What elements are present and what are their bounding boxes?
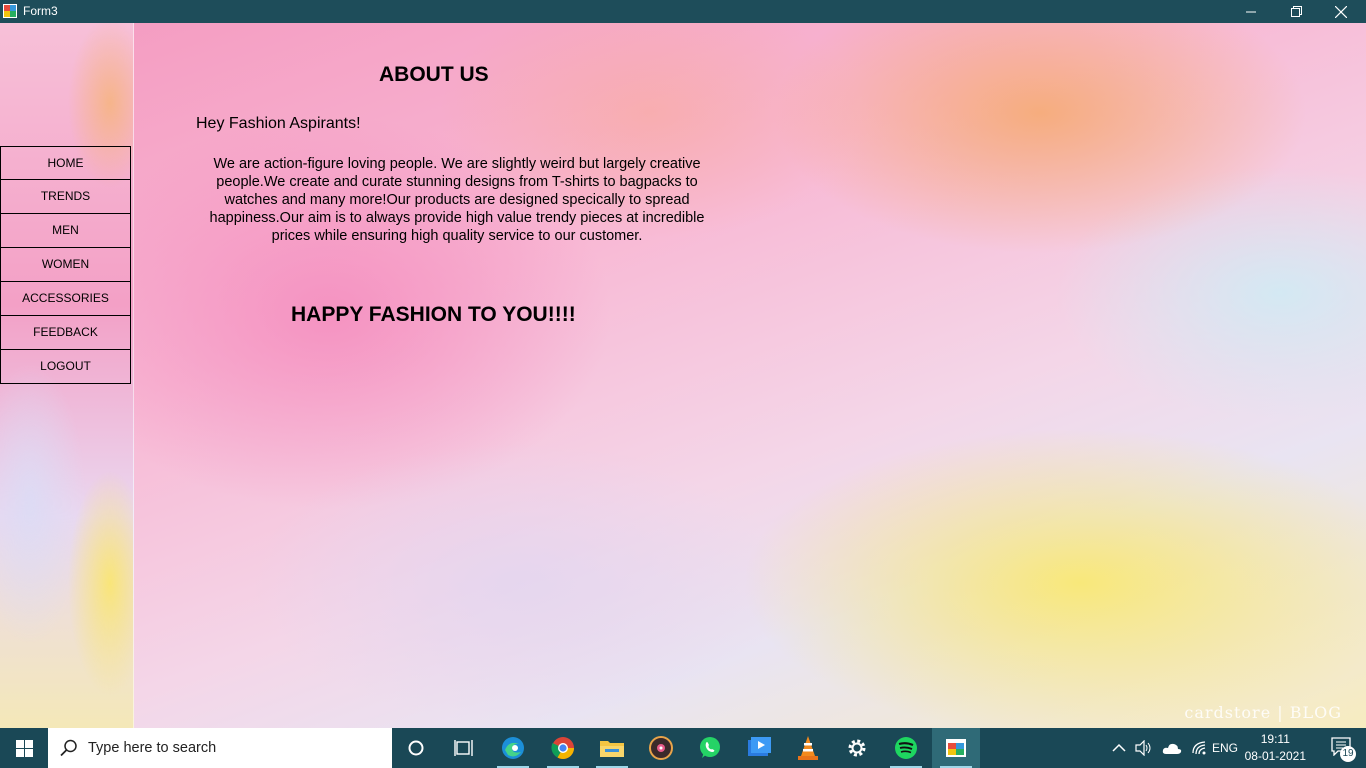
nav-home-button[interactable]: HOME — [0, 146, 131, 180]
vlc-button[interactable] — [784, 728, 832, 768]
close-icon — [1335, 5, 1347, 18]
page-title: ABOUT US — [379, 63, 489, 86]
nav-menu: HOME TRENDS MEN WOMEN ACCESSORIES FEEDBA… — [0, 146, 133, 384]
groove-music-button[interactable] — [637, 728, 685, 768]
edge-button[interactable] — [489, 728, 537, 768]
edge-icon — [502, 737, 524, 759]
task-view-button[interactable] — [440, 728, 488, 768]
notification-count-badge: 19 — [1340, 746, 1356, 762]
chrome-button[interactable] — [539, 728, 587, 768]
minimize-button[interactable] — [1228, 0, 1274, 23]
action-center-button[interactable]: 19 — [1330, 736, 1356, 762]
title-bar: Form3 — [0, 0, 1366, 23]
start-button[interactable] — [0, 728, 48, 768]
system-tray — [1112, 728, 1212, 768]
nav-trends-button[interactable]: TRENDS — [0, 180, 131, 214]
search-icon — [60, 739, 77, 757]
wifi-icon[interactable] — [1191, 740, 1209, 756]
close-button[interactable] — [1318, 0, 1364, 23]
form-background: HOME TRENDS MEN WOMEN ACCESSORIES FEEDBA… — [0, 23, 1366, 728]
whatsapp-button[interactable] — [686, 728, 734, 768]
winforms-app-button[interactable] — [932, 728, 980, 768]
clock-time: 19:11 — [1260, 732, 1290, 746]
clock[interactable]: 19:11 08-01-2021 — [1245, 731, 1306, 765]
settings-button[interactable] — [833, 728, 881, 768]
closing-heading: HAPPY FASHION TO YOU!!!! — [291, 303, 576, 326]
clock-date: 08-01-2021 — [1244, 749, 1306, 763]
folder-icon — [600, 741, 624, 757]
spotify-button[interactable] — [882, 728, 930, 768]
windows-icon — [15, 739, 33, 757]
chrome-icon — [551, 737, 574, 759]
nav-logout-button[interactable]: LOGOUT — [0, 350, 131, 384]
nav-accessories-button[interactable]: ACCESSORIES — [0, 282, 131, 316]
chevron-up-icon[interactable] — [1112, 743, 1126, 753]
onedrive-cloud-icon[interactable] — [1162, 741, 1182, 755]
greeting-text: Hey Fashion Aspirants! — [196, 115, 361, 132]
cortana-button[interactable] — [392, 728, 440, 768]
music-disc-icon — [649, 736, 673, 760]
minimize-icon — [1246, 11, 1256, 12]
spotify-icon — [895, 737, 917, 759]
maximize-button[interactable] — [1273, 0, 1319, 23]
search-placeholder: Type here to search — [88, 740, 217, 756]
taskbar: Type here to search ENG 19:11 08-01-2021… — [0, 728, 1366, 768]
whatsapp-icon — [700, 737, 720, 758]
language-indicator[interactable]: ENG — [1212, 728, 1238, 768]
nav-men-button[interactable]: MEN — [0, 214, 131, 248]
file-explorer-button[interactable] — [588, 728, 636, 768]
gear-icon — [848, 739, 866, 757]
video-editor-icon — [748, 737, 771, 756]
nav-feedback-button[interactable]: FEEDBACK — [0, 316, 131, 350]
volume-icon[interactable] — [1135, 740, 1153, 756]
video-editor-button[interactable] — [735, 728, 783, 768]
restore-icon — [1290, 6, 1302, 17]
watermark-logo: cardstore | BLOG — [1184, 703, 1342, 722]
cortana-icon — [408, 740, 424, 756]
task-view-icon — [454, 740, 473, 756]
taskbar-search-box[interactable]: Type here to search — [48, 728, 392, 768]
about-paragraph: We are action-figure loving people. We a… — [209, 156, 705, 244]
app-window-icon — [946, 739, 966, 757]
vlc-cone-icon — [798, 736, 818, 760]
window-title: Form3 — [23, 4, 58, 18]
app-icon — [3, 4, 17, 18]
nav-women-button[interactable]: WOMEN — [0, 248, 131, 282]
